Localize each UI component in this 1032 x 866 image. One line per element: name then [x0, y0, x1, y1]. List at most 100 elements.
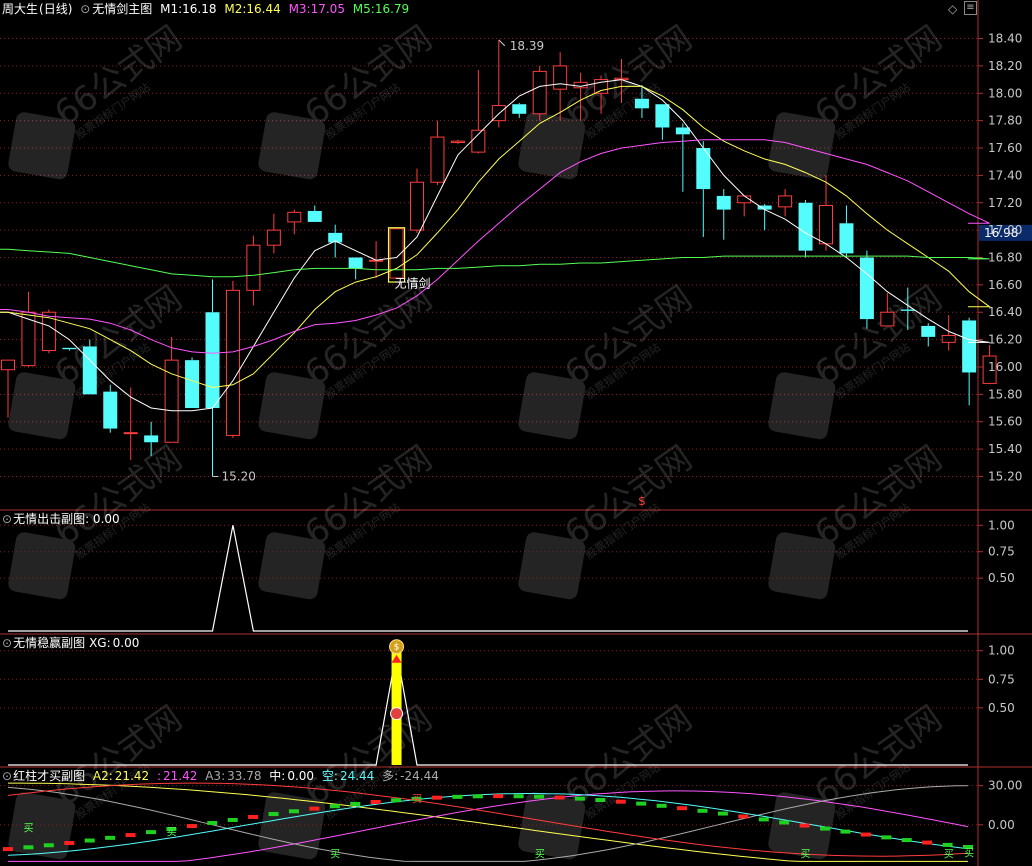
chart-canvas[interactable]: 66公式网股票指标门户网站 66公式网股票指标门户网站 66公式网股票指标门户网站 6…: [0, 0, 1032, 866]
watermark-text: 66公式网: [807, 698, 949, 814]
candle-body: [512, 104, 527, 114]
candle-body: [471, 129, 486, 153]
watermark-text: 66公式网: [297, 18, 439, 134]
candle-body: [921, 325, 936, 337]
panel2-tick-label: 1.00: [988, 518, 1015, 532]
candlestick[interactable]: [225, 280, 240, 439]
panel2-tick-label: 0.75: [988, 545, 1015, 559]
candlestick[interactable]: [21, 291, 36, 367]
candle-body: [205, 312, 220, 409]
candlestick[interactable]: [205, 279, 220, 477]
candlestick[interactable]: [839, 205, 854, 258]
candlestick[interactable]: [757, 204, 772, 231]
candlestick[interactable]: [123, 387, 138, 461]
histogram-block: [697, 808, 708, 813]
panel3-tick-label: 1.00: [988, 644, 1015, 658]
candlestick[interactable]: [696, 141, 711, 237]
histogram-block: [779, 820, 790, 825]
candlestick[interactable]: [778, 189, 793, 217]
candle-body: [246, 244, 261, 291]
buy-marker: 买: [412, 794, 422, 806]
dollar-marker: $: [638, 494, 646, 508]
candle-body: [880, 311, 895, 327]
histogram-block: [820, 826, 831, 831]
panel4-tick-label: 0.00: [988, 818, 1015, 832]
stock-chart-window: 周大生(日线) ⊙ 无情剑主图 M1:16.18 M2:16.44 M3:17.0…: [0, 0, 1032, 866]
price-tick-label: 15.80: [988, 387, 1022, 401]
candle-body: [266, 229, 281, 246]
price-tick-label: 17.60: [988, 141, 1022, 155]
watermark-text: 66公式网: [47, 698, 189, 814]
candle-body: [450, 140, 465, 144]
candlestick[interactable]: [307, 205, 322, 222]
high-price-label: 18.39: [510, 39, 544, 53]
histogram-block: [64, 840, 75, 845]
buy-marker: 买: [944, 849, 954, 861]
candlestick[interactable]: [675, 123, 690, 192]
histogram-block: [227, 817, 238, 822]
candlestick[interactable]: [246, 235, 261, 306]
candlestick[interactable]: [819, 175, 833, 251]
histogram-block: [309, 806, 320, 811]
candlestick[interactable]: [859, 250, 874, 329]
candlestick[interactable]: [450, 139, 465, 144]
candlestick[interactable]: [471, 70, 486, 154]
histogram-block: [84, 838, 95, 843]
candlestick[interactable]: [962, 317, 977, 406]
price-tick-label: 16.60: [988, 278, 1022, 292]
candlestick[interactable]: [512, 102, 527, 118]
histogram-block: [513, 794, 524, 799]
histogram-block: [922, 840, 933, 845]
money-bag-glyph: $: [394, 643, 400, 653]
histogram-block: [758, 817, 769, 822]
histogram-block: [3, 847, 13, 852]
buy-marker: 买: [167, 826, 177, 838]
watermark-logo: 66公式网股票指标门户网站: [8, 438, 189, 600]
candle-body: [839, 223, 854, 254]
buy-marker: 买: [801, 849, 811, 861]
candlestick[interactable]: [103, 384, 118, 433]
watermark-text: 66公式网: [557, 438, 699, 554]
histogram-block: [145, 830, 156, 835]
watermark-text: 66公式网: [297, 438, 439, 554]
watermark-logo: 66公式网股票指标门户网站: [258, 278, 439, 440]
watermark-text: 66公式网: [807, 438, 949, 554]
panel2-tick-label: 0.50: [988, 571, 1015, 585]
candlestick[interactable]: [921, 323, 936, 347]
histogram-block: [677, 806, 688, 811]
candlestick[interactable]: [798, 200, 813, 258]
candle-body: [225, 289, 240, 436]
candle-body: [82, 346, 97, 395]
candle-body: [410, 181, 424, 231]
histogram-block: [268, 812, 279, 817]
candlestick[interactable]: [266, 213, 281, 254]
candlestick[interactable]: [82, 339, 97, 395]
candlestick[interactable]: [532, 65, 547, 121]
watermark-text: 66公式网: [557, 18, 699, 134]
buy-marker: 买: [23, 822, 33, 834]
candlestick[interactable]: [716, 189, 731, 240]
candle-body: [348, 257, 363, 269]
candlestick[interactable]: [287, 209, 302, 235]
candle-body: [655, 104, 670, 128]
candle-body: [185, 360, 200, 409]
watermark-text: 66公式网: [47, 18, 189, 134]
low-price-label: 15.20: [222, 469, 256, 483]
candle-body: [962, 320, 977, 373]
price-tick-label: 16.00: [988, 360, 1022, 374]
histogram-block: [23, 845, 34, 850]
price-tick-label: 16.40: [988, 305, 1022, 319]
watermark-text: 66公式网: [807, 18, 949, 134]
buy-marker: 买: [535, 849, 545, 861]
candle-body: [307, 210, 322, 222]
histogram-block: [554, 795, 565, 800]
candlestick[interactable]: [655, 104, 670, 140]
panel4-tick-label: 30.00: [988, 779, 1022, 793]
histogram-block: [186, 824, 197, 829]
candle-body: [123, 432, 138, 435]
candlestick[interactable]: [410, 168, 424, 233]
candlestick[interactable]: [164, 336, 179, 443]
candlestick[interactable]: [430, 120, 445, 185]
histogram-block: [472, 794, 483, 799]
price-tick-label: 16.20: [988, 333, 1022, 347]
